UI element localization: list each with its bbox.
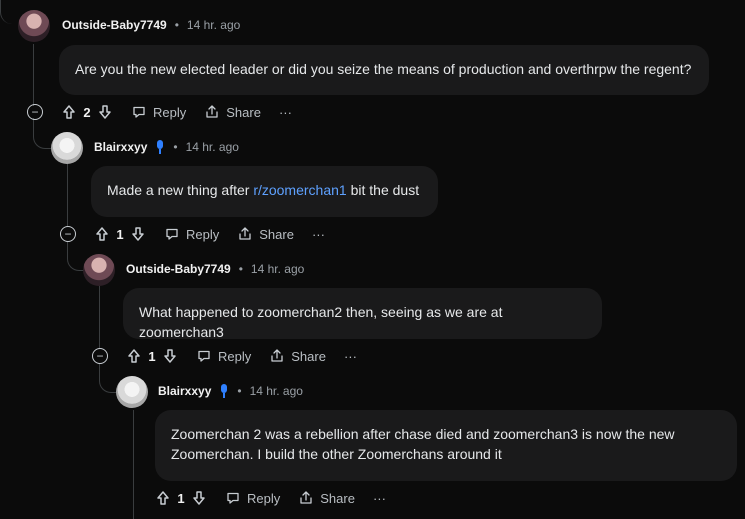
upvote-icon[interactable] [126,348,142,364]
share-button[interactable]: Share [237,226,294,242]
author-name[interactable]: Blairxxyy [158,384,211,398]
reply-label: Reply [186,226,220,242]
share-icon [239,227,251,240]
thread-line [99,286,100,349]
thread-line [33,44,34,106]
share-button[interactable]: Share [298,490,355,506]
author-name[interactable]: Outside-Baby7749 [126,262,231,276]
comment-body: What happened to zoomerchan2 then, seein… [123,288,602,340]
downvote-icon[interactable] [162,348,178,364]
vote-count: 1 [148,348,156,364]
thread-line [133,410,134,519]
separator-dot: • [174,18,179,32]
reply-label: Reply [153,104,187,120]
upvote-icon[interactable] [155,490,171,506]
downvote-icon[interactable] [97,104,113,120]
share-icon [206,105,218,118]
comment-actions: − 2 Reply Share ··· [27,104,292,120]
vote-controls: 1 [126,348,178,364]
comment-thread: Outside-Baby7749 • 14 hr. ago Are you th… [0,0,745,519]
comment-text-suffix: bit the dust [346,182,420,198]
collapse-button[interactable]: − [92,348,108,364]
reply-icon [198,350,210,362]
microphone-icon [219,384,229,398]
more-options-button[interactable]: ··· [312,227,325,242]
comment-actions: − 1 Reply Share ··· [60,226,325,242]
author-name[interactable]: Outside-Baby7749 [62,18,167,32]
comment-time: 14 hr. ago [249,384,303,398]
reply-button[interactable]: Reply [225,490,280,506]
reply-icon [133,106,145,118]
more-options-button[interactable]: ··· [373,491,386,506]
comment-text-prefix: Made a new thing after [107,182,254,198]
vote-count: 2 [83,104,91,120]
share-icon [300,491,312,504]
share-label: Share [226,104,261,120]
comment-meta: Outside-Baby7749 • 14 hr. ago [126,262,304,276]
avatar[interactable] [18,10,50,42]
comment-time: 14 hr. ago [186,18,241,32]
reply-button[interactable]: Reply [164,226,219,242]
comment-time: 14 hr. ago [250,262,305,276]
reply-label: Reply [218,348,252,364]
collapse-button[interactable]: − [60,226,76,242]
vote-controls: 1 [155,490,207,506]
comment-body: Zoomerchan 2 was a rebellion after chase… [155,410,737,481]
subreddit-link[interactable]: r/zoomerchan1 [253,182,346,198]
downvote-icon[interactable] [191,490,207,506]
comment-text: Zoomerchan 2 was a rebellion after chase… [171,426,675,462]
comment-text: What happened to zoomerchan2 then, seein… [139,304,503,340]
reply-icon [227,492,239,504]
thread-line [67,163,68,227]
vote-controls: 1 [94,226,146,242]
share-label: Share [320,490,355,506]
share-button[interactable]: Share [204,104,261,120]
vote-count: 1 [177,490,185,506]
comment-body: Made a new thing after r/zoomerchan1 bit… [91,166,438,217]
comment-meta: Blairxxyy • 14 hr. ago [158,384,303,398]
thread-connector [0,0,19,24]
vote-controls: 2 [61,104,113,120]
more-options-button[interactable]: ··· [344,349,357,364]
reply-button[interactable]: Reply [196,348,251,364]
downvote-icon[interactable] [130,226,146,242]
comment-body: Are you the new elected leader or did yo… [59,45,709,95]
comment-actions: 1 Reply Share ··· [155,490,386,506]
comment-actions: − 1 Reply Share ··· [92,348,357,364]
avatar[interactable] [51,132,83,164]
author-name[interactable]: Blairxxyy [94,140,147,154]
share-label: Share [259,226,294,242]
more-options-button[interactable]: ··· [279,105,292,120]
microphone-icon [155,140,165,154]
separator-dot: • [237,384,242,398]
reply-label: Reply [247,490,281,506]
share-button[interactable]: Share [269,348,326,364]
reply-icon [166,228,178,240]
comment-time: 14 hr. ago [185,140,239,154]
separator-dot: • [173,140,178,154]
thread-connector [99,364,118,393]
avatar[interactable] [83,254,115,286]
upvote-icon[interactable] [61,104,77,120]
collapse-button[interactable]: − [27,104,43,120]
comment-text: Are you the new elected leader or did yo… [75,61,692,77]
share-label: Share [291,348,326,364]
comment-meta: Blairxxyy • 14 hr. ago [94,140,239,154]
vote-count: 1 [116,226,124,242]
separator-dot: • [238,262,243,276]
reply-button[interactable]: Reply [131,104,186,120]
share-icon [271,349,283,362]
comment-meta: Outside-Baby7749 • 14 hr. ago [62,18,240,32]
upvote-icon[interactable] [94,226,110,242]
avatar[interactable] [116,376,148,408]
thread-connector [33,118,52,149]
